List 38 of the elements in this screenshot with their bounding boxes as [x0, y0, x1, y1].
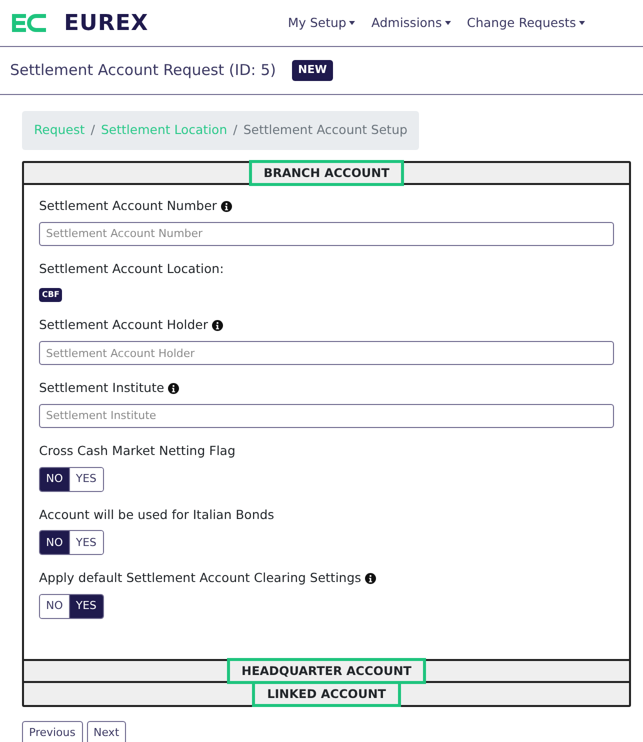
section-header[interactable]: LINKED ACCOUNT [24, 683, 629, 705]
field-label: Apply default Settlement Account Clearing Settings [39, 569, 362, 588]
breadcrumb-separator: / [233, 121, 238, 139]
field-label: Settlement Institute [39, 379, 164, 397]
step-button[interactable]: Previous [22, 721, 82, 742]
toggle-option[interactable]: NO [40, 531, 69, 554]
text-input[interactable]: Settlement Account Number [39, 222, 614, 246]
breadcrumb-current: Settlement Account Setup [243, 121, 408, 139]
field-label: Account will be used for Italian Bonds [39, 506, 274, 524]
section-title: LINKED ACCOUNT [252, 681, 401, 707]
page-title: Settlement Account Request (ID: 5) [10, 60, 276, 82]
nav-menu[interactable]: Admissions [371, 14, 451, 32]
section-header[interactable]: HEADQUARTER ACCOUNT [24, 661, 629, 683]
field-label: Cross Cash Market Netting Flag [39, 442, 236, 460]
text-input[interactable]: Settlement Account Holder [39, 341, 614, 365]
brand-name[interactable]: EUREX [64, 6, 148, 40]
logo-icon [10, 12, 48, 34]
status-badge: NEW [292, 60, 333, 81]
section-header[interactable]: BRANCH ACCOUNT [24, 162, 629, 185]
toggle-option[interactable]: NO [40, 468, 69, 490]
toggle-option[interactable]: YES [68, 595, 103, 618]
info-icon[interactable] [212, 320, 223, 332]
field-label: Settlement Account Holder [39, 316, 208, 334]
toggle-option[interactable]: YES [68, 468, 103, 490]
info-icon[interactable] [365, 573, 376, 584]
toggle-option[interactable]: YES [68, 531, 103, 554]
nav-menu[interactable]: Change Requests [466, 14, 585, 32]
section-title: BRANCH ACCOUNT [248, 160, 404, 186]
nav-menu[interactable]: My Setup [288, 14, 356, 32]
info-icon[interactable] [220, 200, 232, 212]
field-label: Settlement Account Location: [39, 260, 224, 278]
text-input[interactable]: Settlement Institute [39, 404, 614, 428]
location-badge: CBF [39, 288, 62, 302]
field-label: Settlement Account Number [39, 196, 217, 215]
step-button[interactable]: Next [86, 721, 126, 742]
section-title: HEADQUARTER ACCOUNT [226, 658, 426, 684]
info-icon[interactable] [168, 382, 180, 394]
breadcrumb-separator: / [90, 121, 95, 139]
